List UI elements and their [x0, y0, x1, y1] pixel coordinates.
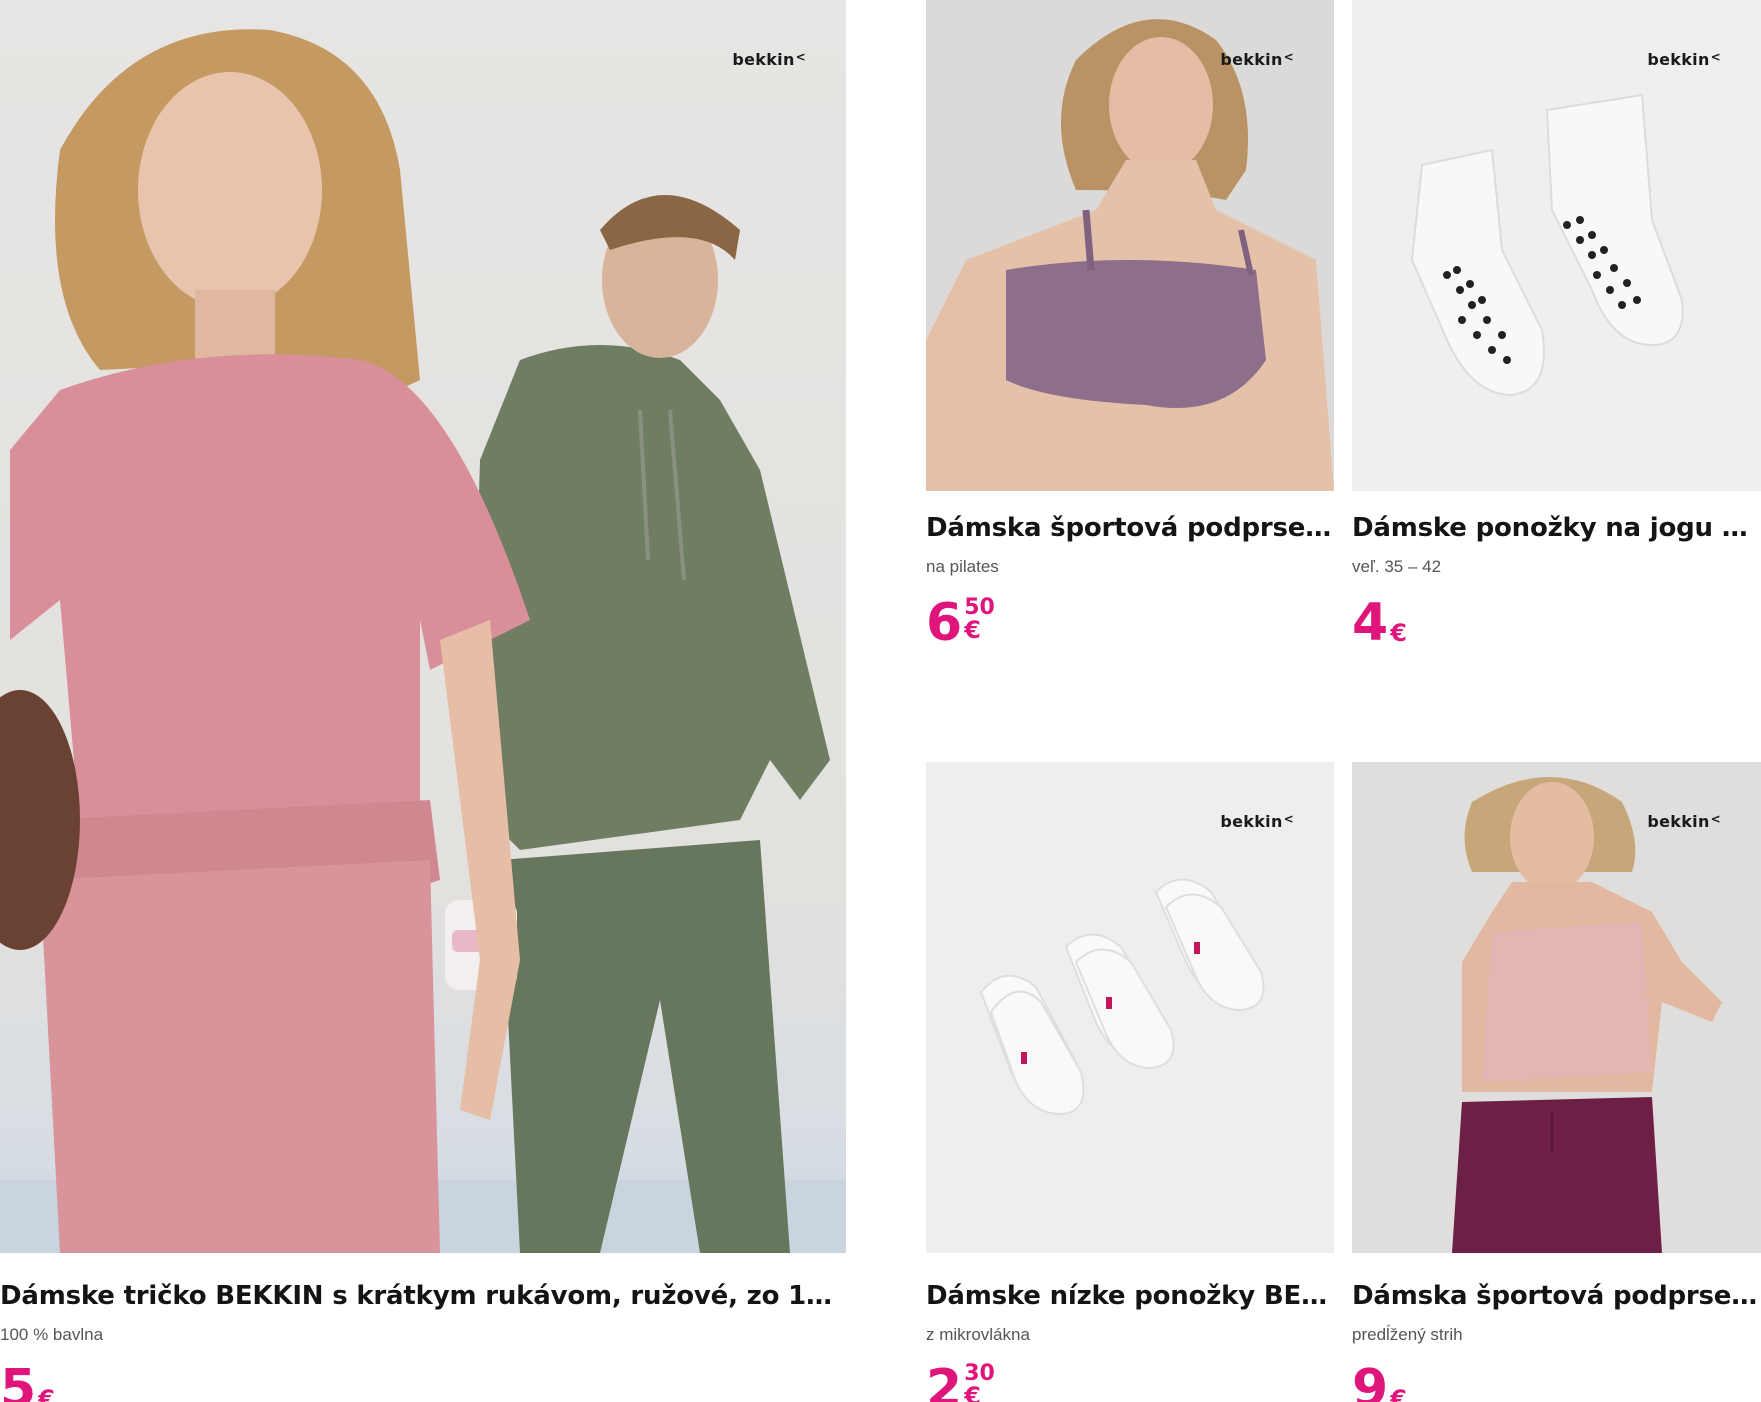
price-currency: € [1390, 1385, 1407, 1402]
product-title[interactable]: Dámske nízke ponožky BEKKI... [926, 1281, 1334, 1311]
product-image-yoga-socks[interactable]: bekkin< [1352, 0, 1761, 491]
product-price: 9 € [1352, 1363, 1761, 1402]
product-price: 4 € [1352, 597, 1761, 649]
price-whole: 5 [0, 1359, 37, 1402]
product-image-bra-purple[interactable]: bekkin< [926, 0, 1334, 491]
product-price: 6 50 € [926, 593, 1334, 653]
brand-logo: bekkin< [1220, 50, 1294, 69]
product-card-low-socks[interactable]: bekkin< Dámske nízke ponožky BEKKI... z … [926, 762, 1334, 1402]
product-title[interactable]: Dámska športová podprsenka... [1352, 1281, 1761, 1311]
price-currency: € [964, 616, 981, 644]
brand-logo: bekkin< [1647, 50, 1721, 69]
product-card-bra-pink[interactable]: bekkin< Dámska športová podprsenka... pr… [1352, 762, 1761, 1402]
brand-logo: bekkin< [732, 50, 806, 69]
product-card-yoga-socks[interactable]: bekkin< Dámske ponožky na jogu aleb... v… [1352, 0, 1761, 649]
product-price: 2 30 € [926, 1363, 1334, 1402]
price-whole: 9 [1352, 1359, 1389, 1402]
yoga-socks-photo-illustration [1352, 0, 1761, 491]
product-price: 5 € [0, 1363, 846, 1402]
product-card-bra-purple[interactable]: bekkin< Dámska športová podprsenka... na… [926, 0, 1334, 649]
price-whole: 4 [1352, 593, 1389, 653]
low-socks-photo-illustration [926, 762, 1334, 1253]
hero-photo-illustration [0, 29, 846, 1253]
product-subtitle: 100 % bavlna [0, 1325, 104, 1344]
product-title[interactable]: Dámske tričko BEKKIN s krátkym rukávom, … [0, 1281, 846, 1311]
product-image-bra-pink[interactable]: bekkin< [1352, 762, 1761, 1253]
product-subtitle: na pilates [926, 557, 999, 576]
product-subtitle: veľ. 35 – 42 [1352, 557, 1442, 576]
brand-logo: bekkin< [1647, 812, 1721, 831]
product-subtitle: z mikrovlákna [926, 1325, 1030, 1344]
product-title[interactable]: Dámska športová podprsenka... [926, 513, 1334, 543]
product-card-hero[interactable]: bekkin< Dámske tričko BEKKIN s krátkym r… [0, 0, 846, 1402]
price-whole: 2 [926, 1359, 963, 1402]
brand-logo: bekkin< [1220, 812, 1294, 831]
product-image-hero[interactable]: bekkin< [0, 0, 846, 1253]
price-currency: € [38, 1385, 55, 1402]
product-title[interactable]: Dámske ponožky na jogu aleb... [1352, 513, 1761, 543]
price-currency: € [1390, 619, 1407, 647]
price-currency: € [964, 1382, 981, 1402]
bra-pink-photo-illustration [1352, 762, 1761, 1253]
product-subtitle: predĺžený strih [1352, 1325, 1463, 1344]
bra-purple-photo-illustration [926, 0, 1334, 491]
product-image-low-socks[interactable]: bekkin< [926, 762, 1334, 1253]
price-whole: 6 [926, 593, 963, 653]
